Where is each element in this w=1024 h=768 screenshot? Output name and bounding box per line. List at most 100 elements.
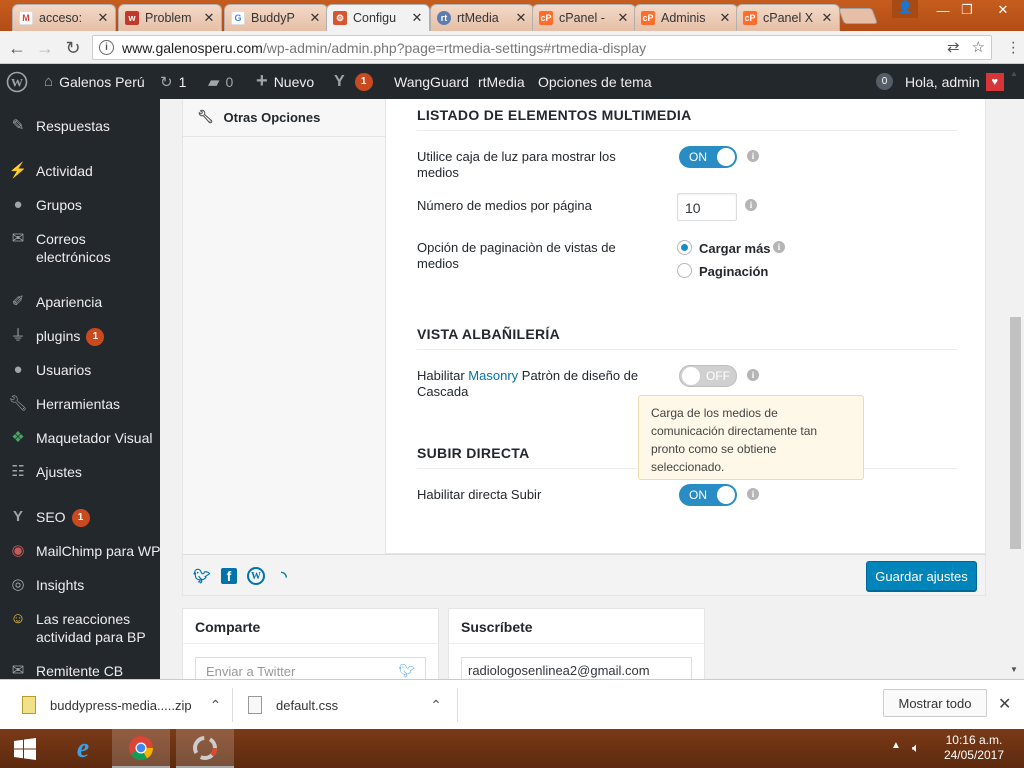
browser-tab[interactable]: M acceso: ✕ bbox=[12, 4, 116, 31]
updates-link[interactable]: ↻ 1 bbox=[160, 64, 186, 99]
tweet-input[interactable]: Enviar a Twitter 🐦︎ bbox=[195, 657, 426, 679]
close-tab-icon[interactable]: ✕ bbox=[203, 10, 215, 26]
volume-icon[interactable]: 🔈︎ bbox=[912, 740, 920, 756]
subscribe-email-input[interactable]: radiologosenlinea2@gmail.com bbox=[461, 657, 692, 679]
chevron-up-icon[interactable]: ⌃ bbox=[430, 697, 442, 714]
download-item[interactable]: buddypress-media.....zip ⌃ bbox=[22, 680, 221, 730]
info-icon[interactable]: i bbox=[747, 150, 759, 162]
bookmark-star-icon[interactable]: ☆ bbox=[972, 38, 985, 56]
info-icon[interactable]: i bbox=[773, 241, 785, 253]
scroll-down-icon[interactable]: ▼ bbox=[1010, 665, 1018, 674]
forward-icon[interactable]: → bbox=[34, 37, 56, 59]
close-icon[interactable]: ✕ bbox=[998, 694, 1011, 714]
menu-item-replies[interactable]: ✎ Respuestas bbox=[0, 117, 160, 135]
new-tab-button[interactable] bbox=[838, 8, 878, 24]
masonry-link[interactable]: Masonry bbox=[468, 368, 518, 383]
menu-item-plugins[interactable]: ⏚ plugins 1 bbox=[0, 327, 160, 347]
rss-icon[interactable]: ◝ bbox=[275, 567, 293, 585]
browser-tab[interactable]: G BuddyP ✕ bbox=[224, 4, 328, 31]
close-tab-icon[interactable]: ✕ bbox=[821, 10, 833, 26]
close-tab-icon[interactable]: ✕ bbox=[97, 10, 109, 26]
radio-load-more[interactable] bbox=[677, 240, 692, 255]
plugins-badge: 1 bbox=[86, 328, 105, 347]
menu-item-groups[interactable]: ● Grupos bbox=[0, 196, 160, 214]
comments-link[interactable]: ▰ 0 bbox=[208, 64, 233, 99]
window-close-icon[interactable]: ✕ bbox=[988, 0, 1018, 20]
chrome-icon[interactable] bbox=[112, 729, 170, 768]
browser-tab[interactable]: w Problem ✕ bbox=[118, 4, 222, 31]
chevron-up-icon[interactable]: ⌃ bbox=[210, 697, 222, 714]
scroll-up-icon[interactable]: ▲ bbox=[1010, 69, 1018, 78]
rtmedia-icon: rt bbox=[437, 11, 451, 25]
theme-options-link[interactable]: Opciones de tema bbox=[538, 64, 652, 99]
close-tab-icon[interactable]: ✕ bbox=[515, 10, 527, 26]
menu-item-tools[interactable]: 🔧︎ Herramientas bbox=[0, 395, 160, 413]
profile-icon[interactable]: 👤 bbox=[892, 0, 918, 18]
wordpress-logo-icon[interactable]: W bbox=[6, 64, 28, 99]
cpanel-icon: cP bbox=[539, 11, 553, 25]
menu-item-seo[interactable]: Y SEO 1 bbox=[0, 508, 160, 528]
info-icon[interactable]: i bbox=[99, 40, 114, 55]
tray-expand-icon[interactable]: ▲ bbox=[891, 740, 901, 751]
direct-upload-toggle[interactable]: ON bbox=[679, 484, 737, 506]
menu-item-emails[interactable]: ✉ Correos electrónicos bbox=[0, 230, 160, 266]
rtmedia-settings-panel: 🔧︎ Otras Opciones LISTADO DE ELEMENTOS M… bbox=[182, 99, 986, 554]
browser-tab[interactable]: cP cPanel X ✕ bbox=[736, 4, 840, 31]
my-account-link[interactable]: Hola, admin ♥ bbox=[905, 64, 1004, 99]
nav-other-options[interactable]: 🔧︎ Otras Opciones bbox=[197, 109, 320, 125]
twitter-icon[interactable]: 🐦︎ bbox=[193, 567, 211, 585]
app-icon[interactable] bbox=[176, 729, 234, 768]
show-all-button[interactable]: Mostrar todo bbox=[883, 689, 987, 717]
tab-title: Adminis bbox=[661, 11, 706, 25]
menu-item-sender[interactable]: ✉ Remitente CB bbox=[0, 662, 160, 679]
info-icon[interactable]: i bbox=[745, 199, 757, 211]
close-tab-icon[interactable]: ✕ bbox=[309, 10, 321, 26]
reload-icon[interactable]: ↻ bbox=[62, 37, 84, 59]
windows-start-icon[interactable] bbox=[0, 729, 50, 768]
close-tab-icon[interactable]: ✕ bbox=[617, 10, 629, 26]
translate-icon[interactable]: ⇄ bbox=[947, 38, 960, 56]
per-page-input[interactable]: 10 bbox=[677, 193, 737, 221]
notifications-link[interactable]: 0 bbox=[876, 64, 893, 99]
menu-item-visual-builder[interactable]: ❖ Maquetador Visual bbox=[0, 429, 160, 447]
wangguard-link[interactable]: WangGuard bbox=[394, 64, 469, 99]
wordpress-icon[interactable]: W bbox=[247, 567, 265, 585]
gmail-icon: M bbox=[19, 11, 33, 25]
info-icon[interactable]: i bbox=[747, 488, 759, 500]
address-bar[interactable]: i www.galenosperu.com/wp-admin/admin.php… bbox=[92, 35, 992, 60]
menu-item-activity[interactable]: ⚡ Actividad bbox=[0, 162, 160, 180]
masonry-toggle[interactable]: OFF bbox=[679, 365, 737, 387]
maximize-icon[interactable]: ❐ bbox=[952, 0, 982, 20]
avatar: ♥ bbox=[985, 72, 1004, 91]
browser-tab[interactable]: cP Adminis ✕ bbox=[634, 4, 738, 31]
menu-item-insights[interactable]: ◎ Insights bbox=[0, 576, 160, 594]
scroll-thumb[interactable] bbox=[1010, 317, 1021, 549]
menu-item-appearance[interactable]: ✐ Apariencia bbox=[0, 293, 160, 311]
info-icon[interactable]: i bbox=[747, 369, 759, 381]
download-item[interactable]: default.css ⌃ bbox=[248, 680, 442, 730]
download-filename: buddypress-media.....zip bbox=[50, 697, 192, 713]
menu-item-settings[interactable]: ☷ Ajustes bbox=[0, 463, 160, 481]
radio-pagination[interactable] bbox=[677, 263, 692, 278]
download-filename: default.css bbox=[276, 697, 339, 713]
close-tab-icon[interactable]: ✕ bbox=[411, 10, 423, 26]
menu-item-users[interactable]: ● Usuarios bbox=[0, 361, 160, 379]
browser-tab[interactable]: rt rtMedia ✕ bbox=[430, 4, 534, 31]
internet-explorer-icon[interactable]: e bbox=[54, 729, 112, 768]
page-scrollbar[interactable]: ▲ ▼ bbox=[1007, 69, 1024, 679]
new-content-link[interactable]: + Nuevo bbox=[256, 64, 314, 99]
menu-item-mailchimp[interactable]: ◉ MailChimp para WP bbox=[0, 542, 160, 560]
save-settings-button[interactable]: Guardar ajustes bbox=[866, 561, 977, 591]
lightbox-toggle[interactable]: ON bbox=[679, 146, 737, 168]
close-tab-icon[interactable]: ✕ bbox=[719, 10, 731, 26]
menu-item-reactions[interactable]: ☺ Las reacciones actividad para BP bbox=[0, 610, 160, 646]
chrome-menu-icon[interactable]: · · · bbox=[1011, 35, 1016, 61]
back-icon[interactable]: ← bbox=[6, 37, 28, 59]
browser-tab-active[interactable]: ⚙ Configu ✕ bbox=[326, 4, 430, 31]
clock[interactable]: 10:16 a.m. 24/05/2017 bbox=[944, 733, 1004, 763]
facebook-icon[interactable]: f bbox=[221, 568, 237, 584]
browser-tab[interactable]: cP cPanel - ✕ bbox=[532, 4, 636, 31]
site-name-link[interactable]: ⌂ Galenos Perú bbox=[44, 64, 145, 99]
rtmedia-link[interactable]: rtMedia bbox=[478, 64, 525, 99]
yoast-menu[interactable]: Y 1 bbox=[334, 64, 373, 99]
